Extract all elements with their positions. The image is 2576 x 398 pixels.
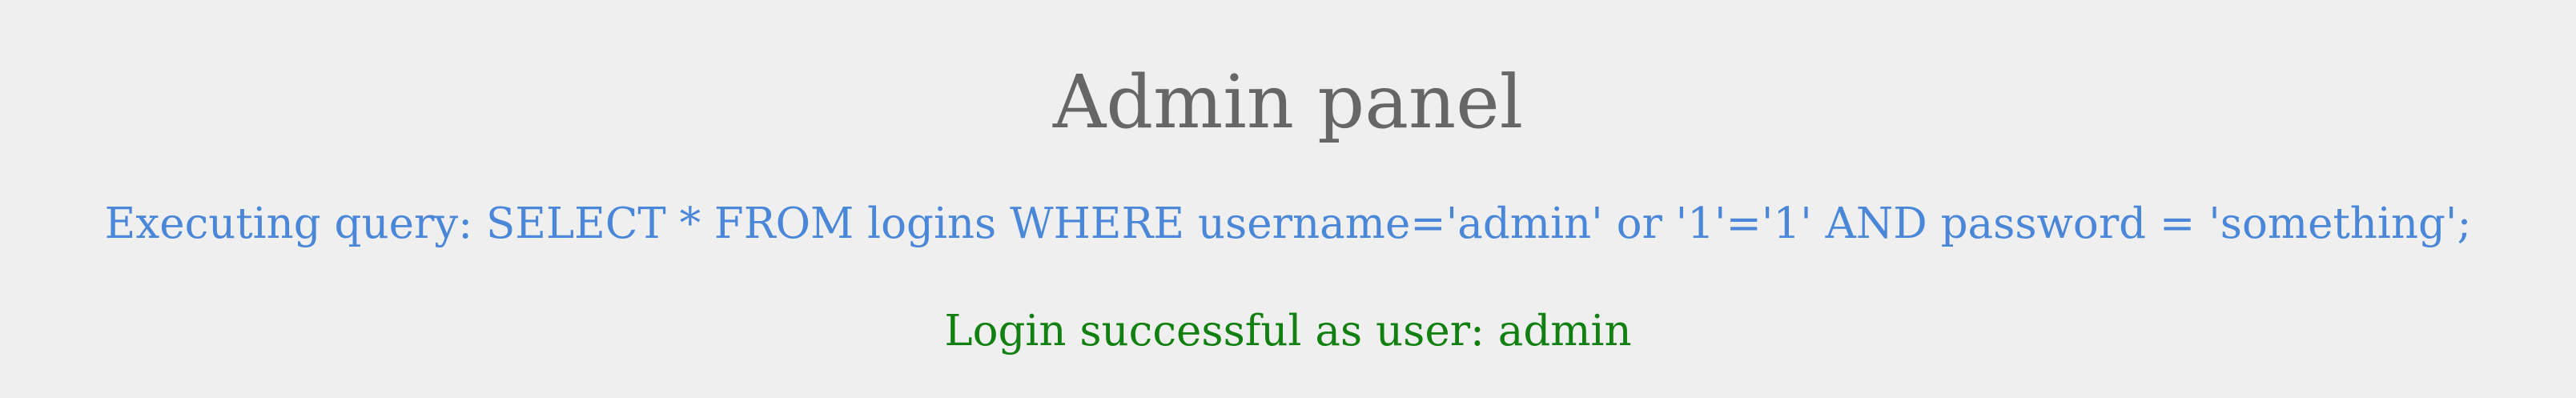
page-title: Admin panel — [1052, 59, 1524, 145]
query-message: Executing query: SELECT * FROM logins WH… — [104, 199, 2472, 248]
admin-panel-page: Admin panel Executing query: SELECT * FR… — [0, 0, 2576, 398]
login-status-message: Login successful as user: admin — [944, 307, 1632, 356]
